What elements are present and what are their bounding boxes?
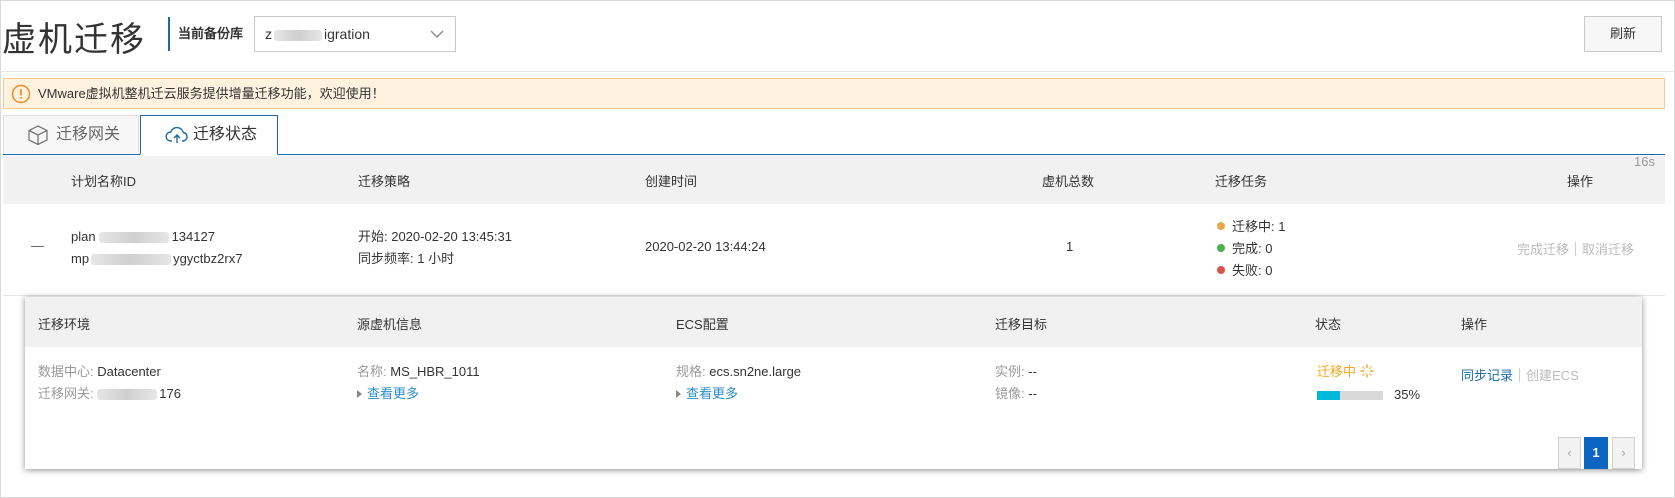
- column-header: 计划名称ID: [71, 174, 137, 189]
- pager-next-button[interactable]: ›: [1612, 437, 1635, 469]
- column-header: 虚机总数: [1042, 174, 1095, 189]
- tab-migration-gateway[interactable]: 迁移网关: [3, 115, 139, 155]
- task-done: 完成: 0: [1232, 241, 1273, 256]
- redacted-text: [98, 232, 169, 244]
- plan-id-prefix: mp: [71, 251, 90, 266]
- instance-label: 实例:: [995, 364, 1025, 379]
- chevron-down-icon: [430, 30, 444, 38]
- sync-record-link[interactable]: 同步记录: [1461, 368, 1513, 383]
- repo-value-prefix: z: [265, 26, 272, 42]
- status-dot-done: [1217, 244, 1225, 252]
- datacenter-value: Datacenter: [97, 364, 161, 379]
- detail-actions: 同步记录 创建ECS: [1461, 365, 1579, 384]
- datacenter-label: 数据中心:: [38, 364, 94, 379]
- collapse-toggle[interactable]: —: [31, 238, 44, 253]
- vm-name-value: MS_HBR_1011: [390, 364, 480, 379]
- repo-label: 当前备份库: [168, 17, 243, 51]
- progress-bar: [1317, 391, 1383, 400]
- ecs-spec-value: ecs.sn2ne.large: [709, 364, 802, 379]
- divider: [1519, 368, 1521, 382]
- plan-name-suffix: 134127: [171, 229, 215, 244]
- column-header: 迁移任务: [1215, 174, 1268, 189]
- created-time: 2020-02-20 13:44:24: [645, 239, 766, 254]
- migration-target: 实例: -- 镜像: --: [995, 361, 1037, 405]
- gateway-ip-suffix: 176: [159, 386, 181, 401]
- detail-table-header: 迁移环境 源虚机信息 ECS配置 迁移目标 状态 操作: [25, 297, 1642, 347]
- column-header: 源虚机信息: [357, 317, 423, 332]
- image-label: 镜像:: [995, 386, 1025, 401]
- migration-strategy: 开始: 2020-02-20 13:45:31 同步频率: 1 小时: [358, 226, 512, 270]
- cancel-migration-button[interactable]: 取消迁移: [1582, 242, 1634, 257]
- status-dot-migrating: [1217, 222, 1225, 230]
- status-dot-failed: [1217, 266, 1225, 274]
- task-migrating: 迁移中: 1: [1232, 219, 1286, 234]
- ecs-spec-label: 规格:: [676, 364, 706, 379]
- progress-label: 35%: [1394, 387, 1421, 402]
- repo-value-suffix: igration: [324, 26, 370, 42]
- progress-fill: [1317, 391, 1341, 400]
- vm-name-label: 名称:: [357, 364, 387, 379]
- column-header: 创建时间: [645, 174, 698, 189]
- page-title: 虚机迁移: [2, 20, 146, 60]
- complete-migration-button[interactable]: 完成迁移: [1517, 242, 1569, 257]
- tab-label: 迁移状态: [193, 126, 258, 143]
- column-header: ECS配置: [676, 317, 729, 332]
- spinner-icon: [1360, 364, 1374, 378]
- repo-select[interactable]: z igration: [254, 16, 456, 52]
- notice-text: VMware虚拟机整机迁云服务提供增量迁移功能，欢迎使用！: [38, 86, 385, 101]
- ecs-view-more-link[interactable]: 查看更多: [686, 386, 738, 401]
- plan-actions: 完成迁移 取消迁移: [1517, 239, 1634, 258]
- plan-id-suffix: ygyctbz2rx7: [173, 251, 243, 266]
- redacted-text: [97, 389, 158, 401]
- vm-total: 1: [1066, 239, 1074, 254]
- redacted-text: [91, 254, 172, 266]
- cloud-upload-icon: [165, 126, 188, 143]
- divider: [1575, 242, 1577, 256]
- refresh-button[interactable]: 刷新: [1584, 16, 1662, 52]
- strategy-frequency: 同步频率: 1 小时: [358, 251, 455, 266]
- caret-right-icon: [357, 390, 362, 398]
- refresh-timer: 16s: [1634, 154, 1655, 169]
- column-header: 迁移目标: [995, 317, 1048, 332]
- ecs-config: 规格: ecs.sn2ne.large 查看更多: [676, 361, 801, 405]
- plan-name-id: plan 134127 mp ygyctbz2rx7: [71, 226, 242, 270]
- pager-page-1[interactable]: 1: [1584, 437, 1608, 469]
- migration-tasks: 迁移中: 1 完成: 0 失败: 0: [1217, 216, 1285, 282]
- box-icon: [28, 125, 48, 146]
- gateway-label: 迁移网关:: [38, 386, 94, 401]
- caret-right-icon: [676, 390, 681, 398]
- migration-status: 迁移中: [1317, 361, 1374, 383]
- notice-banner: VMware虚拟机整机迁云服务提供增量迁移功能，欢迎使用！: [3, 78, 1665, 109]
- migration-detail-panel: 迁移环境 源虚机信息 ECS配置 迁移目标 状态 操作 数据中心: Datace…: [25, 297, 1642, 469]
- column-header: 操作: [1567, 174, 1594, 189]
- source-vm-info: 名称: MS_HBR_1011 查看更多: [357, 361, 480, 405]
- strategy-start: 开始: 2020-02-20 13:45:31: [358, 229, 512, 244]
- redacted-text: [274, 29, 322, 41]
- column-header: 操作: [1461, 317, 1488, 332]
- warning-circle-icon: [11, 84, 31, 104]
- migration-environment: 数据中心: Datacenter 迁移网关: 176: [38, 361, 181, 405]
- column-header: 状态: [1315, 317, 1342, 332]
- status-text: 迁移中: [1317, 364, 1357, 379]
- plan-name-prefix: plan: [71, 229, 96, 244]
- tab-migration-status[interactable]: 迁移状态: [140, 115, 278, 155]
- instance-value: --: [1028, 364, 1037, 379]
- pager-prev-button[interactable]: ‹: [1558, 437, 1581, 469]
- image-value: --: [1028, 386, 1037, 401]
- source-view-more-link[interactable]: 查看更多: [367, 386, 419, 401]
- plan-table-header: 计划名称ID 迁移策略 创建时间 虚机总数 迁移任务 操作: [3, 156, 1665, 204]
- create-ecs-button[interactable]: 创建ECS: [1526, 368, 1579, 383]
- column-header: 迁移环境: [38, 317, 91, 332]
- table-row: — plan 134127 mp ygyctbz2rx7 开始: 2020-02-2…: [3, 204, 1665, 296]
- header-divider: [0, 71, 1675, 72]
- column-header: 迁移策略: [358, 174, 411, 189]
- task-failed: 失败: 0: [1232, 263, 1273, 278]
- tab-label: 迁移网关: [56, 126, 121, 143]
